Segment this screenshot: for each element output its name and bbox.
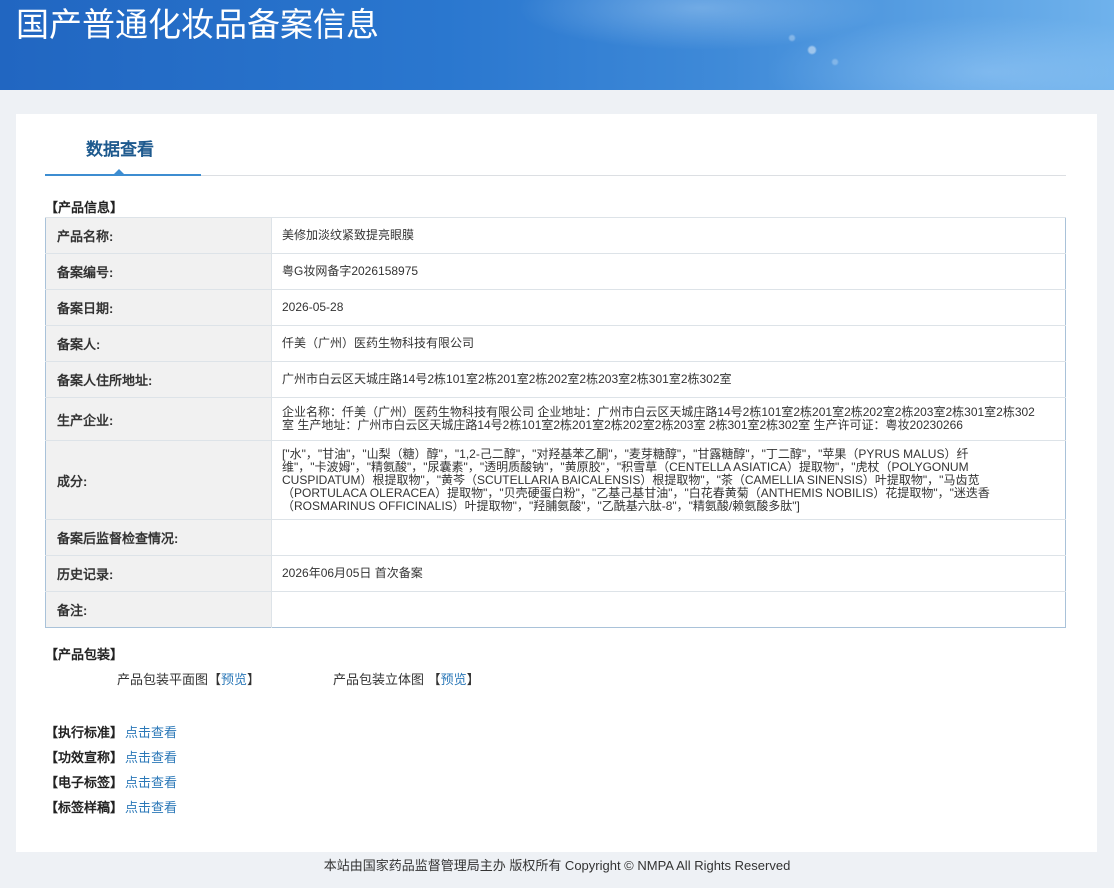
label-filer: 备案人: <box>45 325 272 362</box>
value-remarks <box>271 591 1066 628</box>
label-remarks: 备注: <box>45 591 272 628</box>
value-ingredients: ["水"，"甘油"，"山梨（糖）醇"，"1,2-己二醇"，"对羟基苯乙酮"，"麦… <box>282 446 990 513</box>
bracket-open: 【 <box>208 672 222 687</box>
packaging-3d-preview-link[interactable]: 预览 <box>441 672 467 687</box>
label-history: 历史记录: <box>45 555 272 592</box>
value-filer-address: 广州市白云区天城庄路14号2栋101室2栋201室2栋202室2栋203室2栋3… <box>271 361 1066 398</box>
content-card: 数据查看 【产品信息】 产品名称: 美修加淡纹紧致提亮眼膜 备案编号: 粤G妆网… <box>16 114 1097 852</box>
bracket-close: 】 <box>466 672 480 687</box>
label-filing-date: 备案日期: <box>45 289 272 326</box>
label-manufacturer: 生产企业: <box>45 397 272 441</box>
table-row: 备案后监督检查情况: <box>45 519 1066 556</box>
product-info-table: 产品名称: 美修加淡纹紧致提亮眼膜 备案编号: 粤G妆网备字2026158975… <box>45 217 1066 628</box>
table-row: 产品名称: 美修加淡纹紧致提亮眼膜 <box>45 217 1066 254</box>
label-post-filing-inspection: 备案后监督检查情况: <box>45 519 272 556</box>
table-row: 备案人住所地址: 广州市白云区天城庄路14号2栋101室2栋201室2栋202室… <box>45 361 1066 398</box>
bracket-open: 【 <box>424 672 441 687</box>
table-row: 生产企业: 企业名称：仟美（广州）医药生物科技有限公司 企业地址：广州市白云区天… <box>45 397 1066 441</box>
product-info-heading: 【产品信息】 <box>45 200 124 215</box>
doc-link-e-label[interactable]: 点击查看 <box>125 775 177 791</box>
doc-link-label-sample[interactable]: 点击查看 <box>125 800 177 816</box>
value-manufacturer: 企业名称：仟美（广州）医药生物科技有限公司 企业地址：广州市白云区天城庄路14号… <box>282 405 1035 432</box>
packaging-flat-preview-link[interactable]: 预览 <box>221 672 247 687</box>
doc-label-e-label: 【电子标签】 <box>45 775 124 790</box>
value-filing-number: 粤G妆网备字2026158975 <box>271 253 1066 290</box>
product-packaging-heading: 【产品包装】 <box>45 647 124 662</box>
value-history: 2026年06月05日 首次备案 <box>271 555 1066 592</box>
doc-link-standard[interactable]: 点击查看 <box>125 725 177 741</box>
packaging-3d-label: 产品包装立体图 <box>333 672 425 687</box>
doc-link-efficacy[interactable]: 点击查看 <box>125 750 177 766</box>
doc-label-efficacy: 【功效宣称】 <box>45 750 124 765</box>
value-manufacturer-cell: 企业名称：仟美（广州）医药生物科技有限公司 企业地址：广州市白云区天城庄路14号… <box>271 397 1066 441</box>
page-header-banner: 国产普通化妆品备案信息 <box>0 0 1114 90</box>
table-row: 备案人: 仟美（广州）医药生物科技有限公司 <box>45 325 1066 362</box>
table-row: 备案编号: 粤G妆网备字2026158975 <box>45 253 1066 290</box>
table-row: 成分: ["水"，"甘油"，"山梨（糖）醇"，"1,2-己二醇"，"对羟基苯乙酮… <box>45 440 1066 520</box>
page-title: 国产普通化妆品备案信息 <box>16 6 379 43</box>
packaging-flat-label: 产品包装平面图 <box>117 672 209 687</box>
packaging-3d-view: 产品包装立体图 【预览】 <box>333 672 480 688</box>
value-filer: 仟美（广州）医药生物科技有限公司 <box>271 325 1066 362</box>
tab-pointer-icon <box>113 169 125 175</box>
label-product-name: 产品名称: <box>45 217 272 254</box>
value-ingredients-cell: ["水"，"甘油"，"山梨（糖）醇"，"1,2-己二醇"，"对羟基苯乙酮"，"麦… <box>271 440 1066 520</box>
footer-copyright: 本站由国家药品监督管理局主办 版权所有 Copyright © NMPA All… <box>323 858 791 873</box>
doc-label-standard: 【执行标准】 <box>45 725 124 740</box>
label-ingredients: 成分: <box>45 440 272 520</box>
packaging-flat-view: 产品包装平面图【预览】 <box>117 672 260 688</box>
value-post-filing-inspection <box>271 519 1066 556</box>
value-filing-date: 2026-05-28 <box>271 289 1066 326</box>
bracket-close: 】 <box>247 672 261 687</box>
tab-data-view[interactable]: 数据查看 <box>86 138 154 162</box>
label-filing-number: 备案编号: <box>45 253 272 290</box>
table-row: 备案日期: 2026-05-28 <box>45 289 1066 326</box>
table-row: 备注: <box>45 591 1066 628</box>
value-product-name: 美修加淡纹紧致提亮眼膜 <box>271 217 1066 254</box>
label-filer-address: 备案人住所地址: <box>45 361 272 398</box>
table-row: 历史记录: 2026年06月05日 首次备案 <box>45 555 1066 592</box>
doc-label-label-sample: 【标签样稿】 <box>45 800 124 815</box>
